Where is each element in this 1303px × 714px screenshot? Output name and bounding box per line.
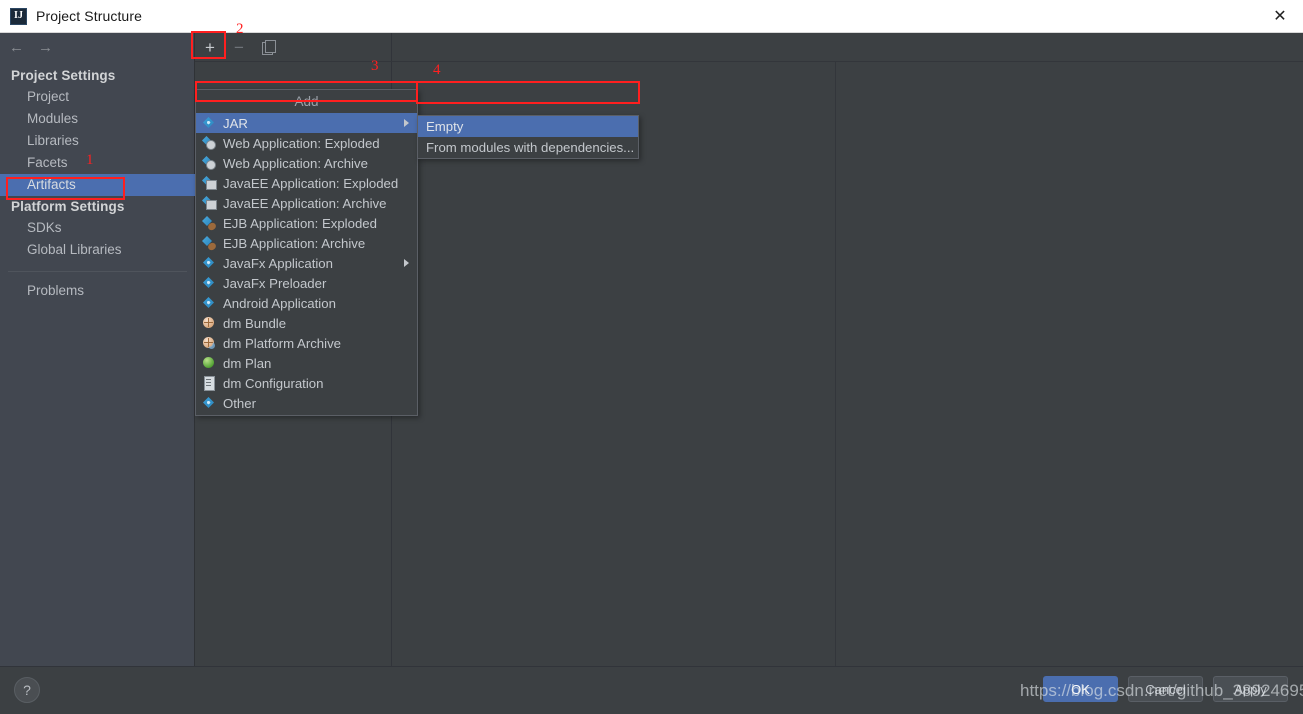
dm-configuration-icon: [202, 376, 216, 391]
menu-item-ejb-application-exploded[interactable]: EJB Application: Exploded: [196, 213, 417, 233]
javaee-application-icon: [202, 196, 217, 210]
menu-item-ejb-application-archive[interactable]: EJB Application: Archive: [196, 233, 417, 253]
panel-divider-vertical: [835, 61, 836, 666]
sidebar-item-global-libraries[interactable]: Global Libraries: [0, 239, 195, 261]
dm-platform-archive-icon: [202, 336, 216, 350]
menu-item-dm-configuration[interactable]: dm Configuration: [196, 373, 417, 393]
menu-item-javafx-application[interactable]: JavaFx Application: [196, 253, 417, 273]
javafx-preloader-icon: [202, 276, 216, 290]
menu-item-javaee-application-archive[interactable]: JavaEE Application: Archive: [196, 193, 417, 213]
close-icon[interactable]: ✕: [1257, 0, 1303, 32]
sidebar-item-facets[interactable]: Facets: [0, 152, 195, 174]
sidebar-item-sdks[interactable]: SDKs: [0, 217, 195, 239]
menu-item-label: JavaFx Preloader: [223, 275, 327, 291]
jar-submenu: Empty From modules with dependencies...: [417, 115, 639, 159]
menu-item-label: Android Application: [223, 295, 336, 311]
dm-bundle-icon: [202, 316, 216, 330]
menu-item-label: JavaFx Application: [223, 255, 333, 271]
menu-item-label: dm Bundle: [223, 315, 287, 331]
annotation-number-2: 2: [236, 21, 244, 37]
ejb-application-icon: [202, 216, 216, 230]
back-arrow-icon[interactable]: ←: [9, 40, 24, 55]
sidebar-item-project[interactable]: Project: [0, 86, 195, 108]
menu-item-label: EJB Application: Archive: [223, 235, 366, 251]
sidebar-item-artifacts[interactable]: Artifacts: [0, 174, 195, 196]
other-icon: [202, 396, 216, 410]
chevron-right-icon: [404, 259, 409, 267]
menu-item-other[interactable]: Other: [196, 393, 417, 413]
menu-item-dm-plan[interactable]: dm Plan: [196, 353, 417, 373]
menu-item-label: dm Configuration: [223, 375, 324, 391]
copy-icon: [261, 40, 276, 55]
annotation-number-4: 4: [433, 62, 441, 78]
sidebar-item-libraries[interactable]: Libraries: [0, 130, 195, 152]
title-bar: IJ Project Structure ✕: [0, 0, 1303, 33]
menu-item-dm-platform-archive[interactable]: dm Platform Archive: [196, 333, 417, 353]
add-artifact-menu: Add JAR Web Application: Exploded Web Ap…: [195, 89, 418, 416]
submenu-item-label: Empty: [426, 119, 464, 134]
sidebar-item-modules[interactable]: Modules: [0, 108, 195, 130]
sidebar-group-platform-settings: Platform Settings: [11, 199, 125, 214]
menu-item-jar[interactable]: JAR: [196, 113, 417, 133]
add-button[interactable]: +: [200, 37, 220, 57]
menu-item-label: JavaEE Application: Archive: [223, 195, 387, 211]
menu-item-label: EJB Application: Exploded: [223, 215, 377, 231]
submenu-item-label: From modules with dependencies...: [426, 140, 635, 155]
project-structure-dialog: IJ Project Structure ✕ ← → Project Setti…: [0, 0, 1303, 714]
submenu-item-empty[interactable]: Empty: [418, 116, 638, 137]
menu-item-javaee-application-exploded[interactable]: JavaEE Application: Exploded: [196, 173, 417, 193]
menu-header-add: Add: [294, 94, 319, 109]
web-application-icon: [202, 156, 216, 170]
menu-item-web-application-archive[interactable]: Web Application: Archive: [196, 153, 417, 173]
dialog-body: ← → Project Settings Project Modules Lib…: [0, 33, 1303, 666]
sidebar-list: Project Settings Project Modules Librari…: [0, 65, 195, 302]
menu-item-label: Web Application: Exploded: [223, 135, 380, 151]
menu-item-web-application-exploded[interactable]: Web Application: Exploded: [196, 133, 417, 153]
javaee-application-icon: [202, 176, 217, 190]
watermark-text: https://blog.csdn.net/github_38924695: [1020, 681, 1303, 700]
sidebar-divider: [8, 271, 187, 272]
sidebar-item-problems[interactable]: Problems: [0, 280, 195, 302]
menu-item-label: Web Application: Archive: [223, 155, 368, 171]
menu-item-android-application[interactable]: Android Application: [196, 293, 417, 313]
ejb-application-icon: [202, 236, 216, 250]
toolbar-divider: [195, 61, 1303, 62]
artifacts-toolbar: + −: [195, 33, 1303, 61]
android-application-icon: [202, 296, 216, 310]
menu-item-label: JavaEE Application: Exploded: [223, 175, 399, 191]
chevron-right-icon: [404, 119, 409, 127]
menu-item-label: dm Plan: [223, 355, 272, 371]
web-application-icon: [202, 136, 216, 150]
sidebar-group-project-settings: Project Settings: [11, 68, 116, 83]
navigation-controls: ← →: [0, 33, 195, 61]
window-title: Project Structure: [36, 8, 142, 24]
javafx-application-icon: [202, 256, 216, 270]
help-button[interactable]: ?: [14, 677, 40, 703]
menu-item-javafx-preloader[interactable]: JavaFx Preloader: [196, 273, 417, 293]
submenu-item-from-modules-with-dependencies[interactable]: From modules with dependencies...: [418, 137, 638, 158]
menu-item-label: dm Platform Archive: [223, 335, 341, 351]
menu-item-label: Other: [223, 395, 256, 411]
annotation-number-1: 1: [86, 152, 94, 168]
menu-item-label: JAR: [223, 115, 248, 131]
forward-arrow-icon[interactable]: →: [38, 40, 53, 55]
settings-sidebar: ← → Project Settings Project Modules Lib…: [0, 33, 195, 666]
jar-icon: [202, 116, 216, 130]
app-icon: IJ: [10, 7, 27, 25]
menu-item-dm-bundle[interactable]: dm Bundle: [196, 313, 417, 333]
dm-plan-icon: [202, 356, 216, 370]
copy-button[interactable]: [258, 37, 278, 57]
remove-button[interactable]: −: [229, 37, 249, 57]
annotation-number-3: 3: [371, 58, 379, 74]
